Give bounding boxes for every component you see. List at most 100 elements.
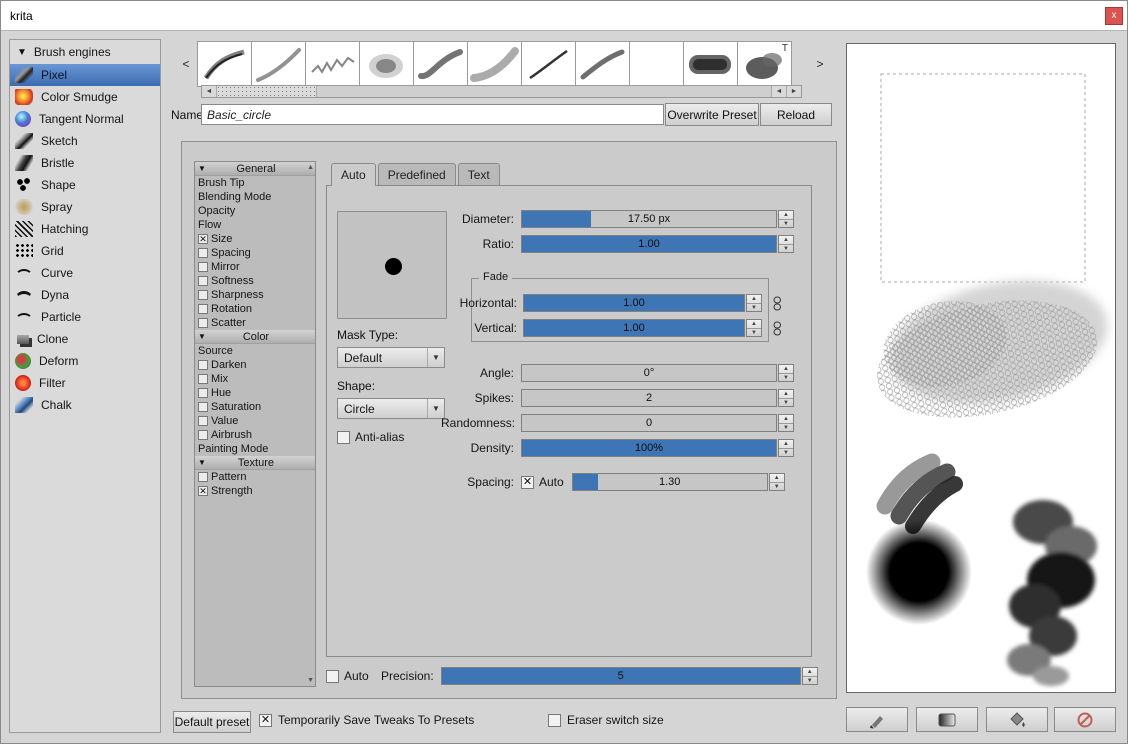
option-mix[interactable]: Mix	[195, 372, 315, 386]
option-darken[interactable]: Darken	[195, 358, 315, 372]
sidebar-item-dyna[interactable]: Dyna	[10, 284, 160, 306]
option-pattern[interactable]: Pattern	[195, 470, 315, 484]
sidebar-item-bristle[interactable]: Bristle	[10, 152, 160, 174]
sidebar-item-pixel[interactable]: Pixel	[10, 64, 160, 86]
option-saturation[interactable]: Saturation	[195, 400, 315, 414]
scrollbar-left-icon[interactable]: ◄	[202, 86, 217, 97]
fade-vertical-slider[interactable]: 1.00	[523, 319, 745, 337]
scrollbar-right-icon[interactable]: ►	[786, 86, 801, 97]
tab-text[interactable]: Text	[457, 163, 500, 186]
spinner-down-icon[interactable]: ▼	[779, 220, 793, 228]
option-size[interactable]: Size	[195, 232, 315, 246]
default-preset-button[interactable]: Default preset	[173, 711, 251, 733]
preset-scroll-left-icon[interactable]: <	[179, 57, 193, 71]
eraser-switch-checkbox[interactable]	[548, 713, 561, 727]
brush-engines-header[interactable]: ▼ Brush engines	[10, 40, 160, 64]
option-airbrush[interactable]: Airbrush	[195, 428, 315, 442]
spinner-down-icon[interactable]: ▼	[779, 374, 793, 382]
spikes-slider[interactable]: 2	[521, 389, 777, 407]
precision-slider[interactable]: 5	[440, 667, 801, 685]
randomness-spinner[interactable]: ▲ ▼	[778, 414, 794, 432]
airbrush-checkbox[interactable]	[198, 430, 208, 440]
mix-checkbox[interactable]	[198, 374, 208, 384]
close-button[interactable]: x	[1105, 7, 1123, 25]
spikes-spinner[interactable]: ▲ ▼	[778, 389, 794, 407]
section-texture[interactable]: ▼ Texture	[195, 456, 315, 470]
spinner-down-icon[interactable]: ▼	[779, 399, 793, 407]
shape-select[interactable]: Circle ▼	[337, 398, 445, 419]
sidebar-item-sketch[interactable]: Sketch	[10, 130, 160, 152]
option-blending-mode[interactable]: Blending Mode	[195, 190, 315, 204]
preset-thumbnail[interactable]	[683, 41, 738, 87]
spinner-up-icon[interactable]: ▲	[802, 668, 817, 677]
preset-scrollbar[interactable]: ◄ ◄ ►	[201, 85, 802, 98]
sidebar-item-particle[interactable]: Particle	[10, 306, 160, 328]
scrollbar-track[interactable]	[317, 86, 771, 97]
size-checkbox[interactable]	[198, 234, 208, 244]
fade-horizontal-spinner[interactable]: ▲ ▼	[746, 294, 762, 312]
spinner-up-icon[interactable]: ▲	[779, 236, 793, 245]
precision-auto-checkbox[interactable]	[326, 669, 339, 683]
sidebar-item-shape[interactable]: Shape	[10, 174, 160, 196]
spinner-up-icon[interactable]: ▲	[779, 415, 793, 424]
spacing-auto-checkbox[interactable]	[521, 475, 534, 489]
sharpness-checkbox[interactable]	[198, 290, 208, 300]
sidebar-item-grid[interactable]: Grid	[10, 240, 160, 262]
spacing-spinner[interactable]: ▲ ▼	[768, 473, 785, 491]
option-mirror[interactable]: Mirror	[195, 260, 315, 274]
density-spinner[interactable]: ▲ ▼	[778, 439, 794, 457]
spinner-down-icon[interactable]: ▼	[747, 304, 761, 312]
angle-spinner[interactable]: ▲ ▼	[778, 364, 794, 382]
spinner-down-icon[interactable]: ▼	[779, 245, 793, 253]
scratchpad-canvas[interactable]	[846, 43, 1116, 693]
overwrite-preset-button[interactable]: Overwrite Preset	[665, 103, 759, 126]
angle-slider[interactable]: 0°	[521, 364, 777, 382]
option-opacity[interactable]: Opacity	[195, 204, 315, 218]
title-bar[interactable]: krita x	[1, 1, 1127, 31]
diameter-spinner[interactable]: ▲ ▼	[778, 210, 794, 228]
scatter-checkbox[interactable]	[198, 318, 208, 328]
option-scatter[interactable]: Scatter	[195, 316, 315, 330]
option-flow[interactable]: Flow	[195, 218, 315, 232]
sidebar-item-curve[interactable]: Curve	[10, 262, 160, 284]
spinner-down-icon[interactable]: ▼	[747, 329, 761, 337]
preset-thumbnail-selected[interactable]	[629, 41, 684, 87]
spacing-checkbox[interactable]	[198, 248, 208, 258]
spinner-up-icon[interactable]: ▲	[779, 211, 793, 220]
sidebar-item-filter[interactable]: Filter	[10, 372, 160, 394]
option-painting-mode[interactable]: Painting Mode	[195, 442, 315, 456]
tab-auto[interactable]: Auto	[331, 163, 376, 186]
scrollbar-left-icon[interactable]: ◄	[771, 86, 786, 97]
sidebar-item-clone[interactable]: Clone	[10, 328, 160, 350]
link-icon[interactable]	[772, 296, 783, 311]
sidebar-item-spray[interactable]: Spray	[10, 196, 160, 218]
reload-button[interactable]: Reload	[760, 103, 832, 126]
link-icon[interactable]	[772, 321, 783, 336]
strength-checkbox[interactable]	[198, 486, 208, 496]
softness-checkbox[interactable]	[198, 276, 208, 286]
scratchpad-fill-button[interactable]	[986, 707, 1048, 732]
tab-predefined[interactable]: Predefined	[377, 163, 456, 186]
fade-vertical-spinner[interactable]: ▲ ▼	[746, 319, 762, 337]
density-slider[interactable]: 100%	[521, 439, 777, 457]
option-softness[interactable]: Softness	[195, 274, 315, 288]
spinner-up-icon[interactable]: ▲	[769, 474, 784, 483]
saturation-checkbox[interactable]	[198, 402, 208, 412]
option-strength[interactable]: Strength	[195, 484, 315, 498]
option-rotation[interactable]: Rotation	[195, 302, 315, 316]
ratio-spinner[interactable]: ▲ ▼	[778, 235, 794, 253]
preset-thumbnail[interactable]	[251, 41, 306, 87]
section-general[interactable]: ▼ General	[195, 162, 315, 176]
preset-thumbnail[interactable]	[413, 41, 468, 87]
mirror-checkbox[interactable]	[198, 262, 208, 272]
spinner-up-icon[interactable]: ▲	[779, 365, 793, 374]
option-value[interactable]: Value	[195, 414, 315, 428]
scratchpad-clear-button[interactable]	[1054, 707, 1116, 732]
section-color[interactable]: ▼ Color	[195, 330, 315, 344]
sidebar-item-chalk[interactable]: Chalk	[10, 394, 160, 416]
antialias-checkbox[interactable]	[337, 430, 350, 444]
spinner-up-icon[interactable]: ▲	[779, 440, 793, 449]
diameter-slider[interactable]: 17.50 px	[521, 210, 777, 228]
spinner-down-icon[interactable]: ▼	[770, 483, 784, 491]
spinner-up-icon[interactable]: ▲	[747, 295, 761, 304]
